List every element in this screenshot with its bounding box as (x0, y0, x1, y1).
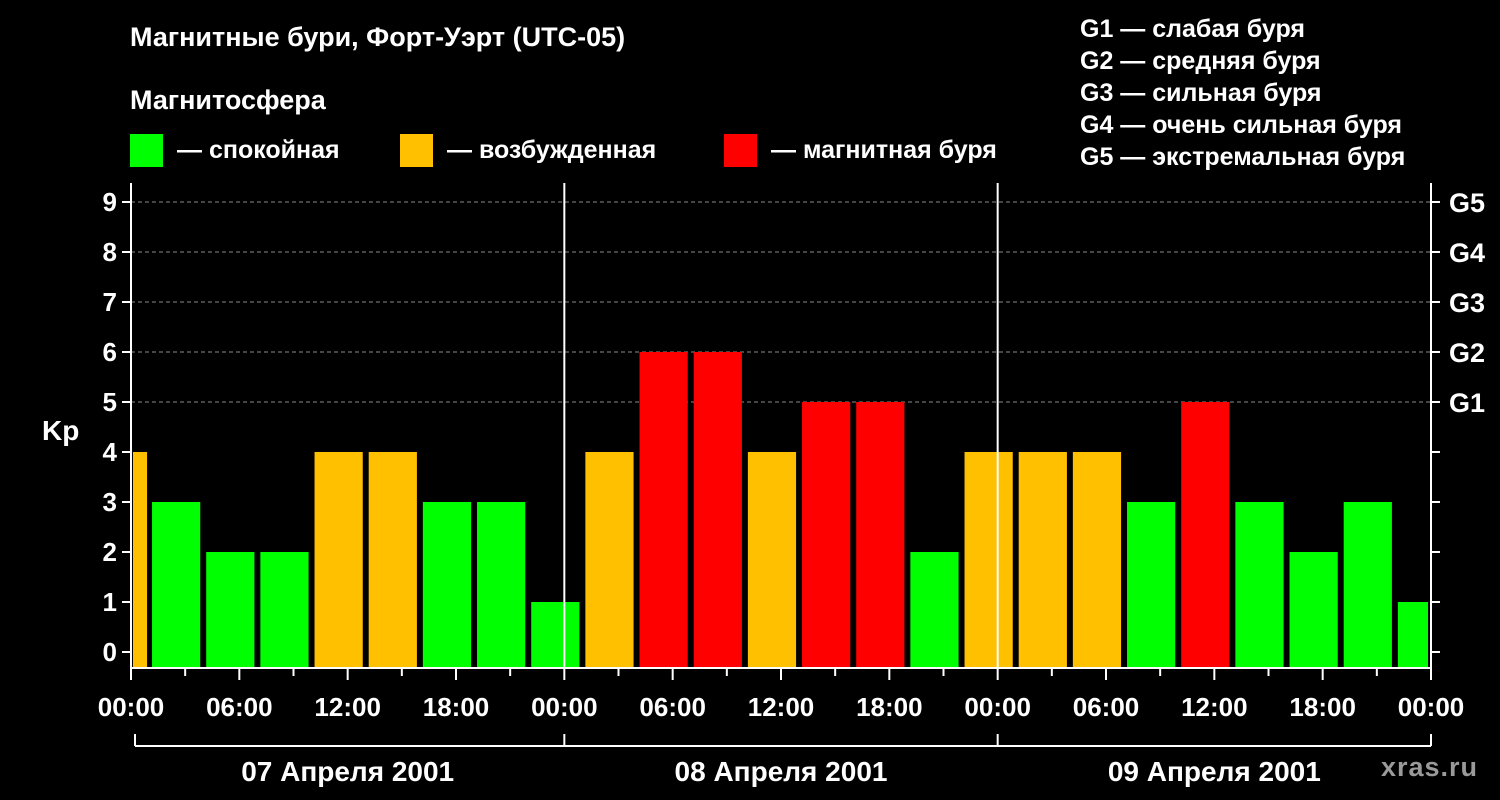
day-label: 08 Апреля 2001 (675, 756, 888, 787)
y-tick-label: 1 (103, 587, 117, 617)
y-tick-label: 5 (103, 387, 117, 417)
watermark: xras.ru (1380, 752, 1478, 782)
kp-bar (477, 502, 526, 668)
kp-bar (856, 402, 905, 668)
y-tick-label: 7 (103, 287, 117, 317)
kp-bar (964, 452, 1013, 668)
kp-bar (747, 452, 797, 668)
kp-bar (693, 352, 742, 668)
x-tick-label: 00:00 (964, 692, 1031, 722)
y-tick-label: 2 (103, 537, 117, 567)
x-tick-label: 00:00 (1398, 692, 1465, 722)
y-tick-label: 0 (103, 637, 117, 667)
y-axis-label: Kp (42, 415, 79, 446)
x-tick-label: 12:00 (1181, 692, 1248, 722)
y-tick-label: 4 (103, 437, 118, 467)
y-tick-label: 6 (103, 337, 117, 367)
kp-bar (639, 352, 688, 668)
kp-bar (531, 602, 580, 668)
day-label: 07 Апреля 2001 (241, 756, 454, 787)
g-level-label: G3 (1449, 288, 1485, 318)
x-tick-label: 00:00 (98, 692, 165, 722)
kp-bar (1235, 502, 1284, 668)
kp-bar (368, 452, 417, 668)
x-tick-label: 12:00 (748, 692, 815, 722)
kp-bar (910, 552, 959, 668)
y-tick-label: 9 (103, 187, 117, 217)
kp-bar (206, 552, 255, 668)
x-tick-label: 00:00 (531, 692, 598, 722)
kp-bar (1018, 452, 1067, 668)
y-tick-label: 3 (103, 487, 117, 517)
kp-bar (1181, 402, 1230, 668)
kp-bar (1072, 452, 1122, 668)
x-tick-label: 18:00 (856, 692, 923, 722)
kp-bar (802, 402, 851, 668)
kp-bar (1343, 502, 1392, 668)
g-level-label: G4 (1449, 238, 1485, 268)
g-level-label: G1 (1449, 388, 1485, 418)
kp-bar (132, 452, 148, 668)
kp-bar (1127, 502, 1176, 668)
x-tick-label: 18:00 (423, 692, 490, 722)
kp-bar (1397, 602, 1429, 668)
kp-bar (1289, 552, 1338, 668)
y-tick-label: 8 (103, 237, 117, 267)
kp-bar (260, 552, 309, 668)
x-tick-label: 18:00 (1289, 692, 1356, 722)
kp-bar (585, 452, 634, 668)
day-label: 09 Апреля 2001 (1108, 756, 1321, 787)
g-level-label: G5 (1449, 188, 1485, 218)
g-level-label: G2 (1449, 338, 1485, 368)
x-tick-label: 06:00 (206, 692, 273, 722)
kp-bar-chart: 0 1 2 3 4 5 6 7 8 9 G1 G2 G3 G4 G5 Kp 00:00 06:00 12:00 18:… (42, 183, 1485, 787)
kp-bar (314, 452, 363, 668)
x-tick-label: 06:00 (1073, 692, 1140, 722)
kp-bar (422, 502, 472, 668)
kp-bar (152, 502, 201, 668)
x-tick-label: 06:00 (639, 692, 706, 722)
x-tick-label: 12:00 (314, 692, 381, 722)
